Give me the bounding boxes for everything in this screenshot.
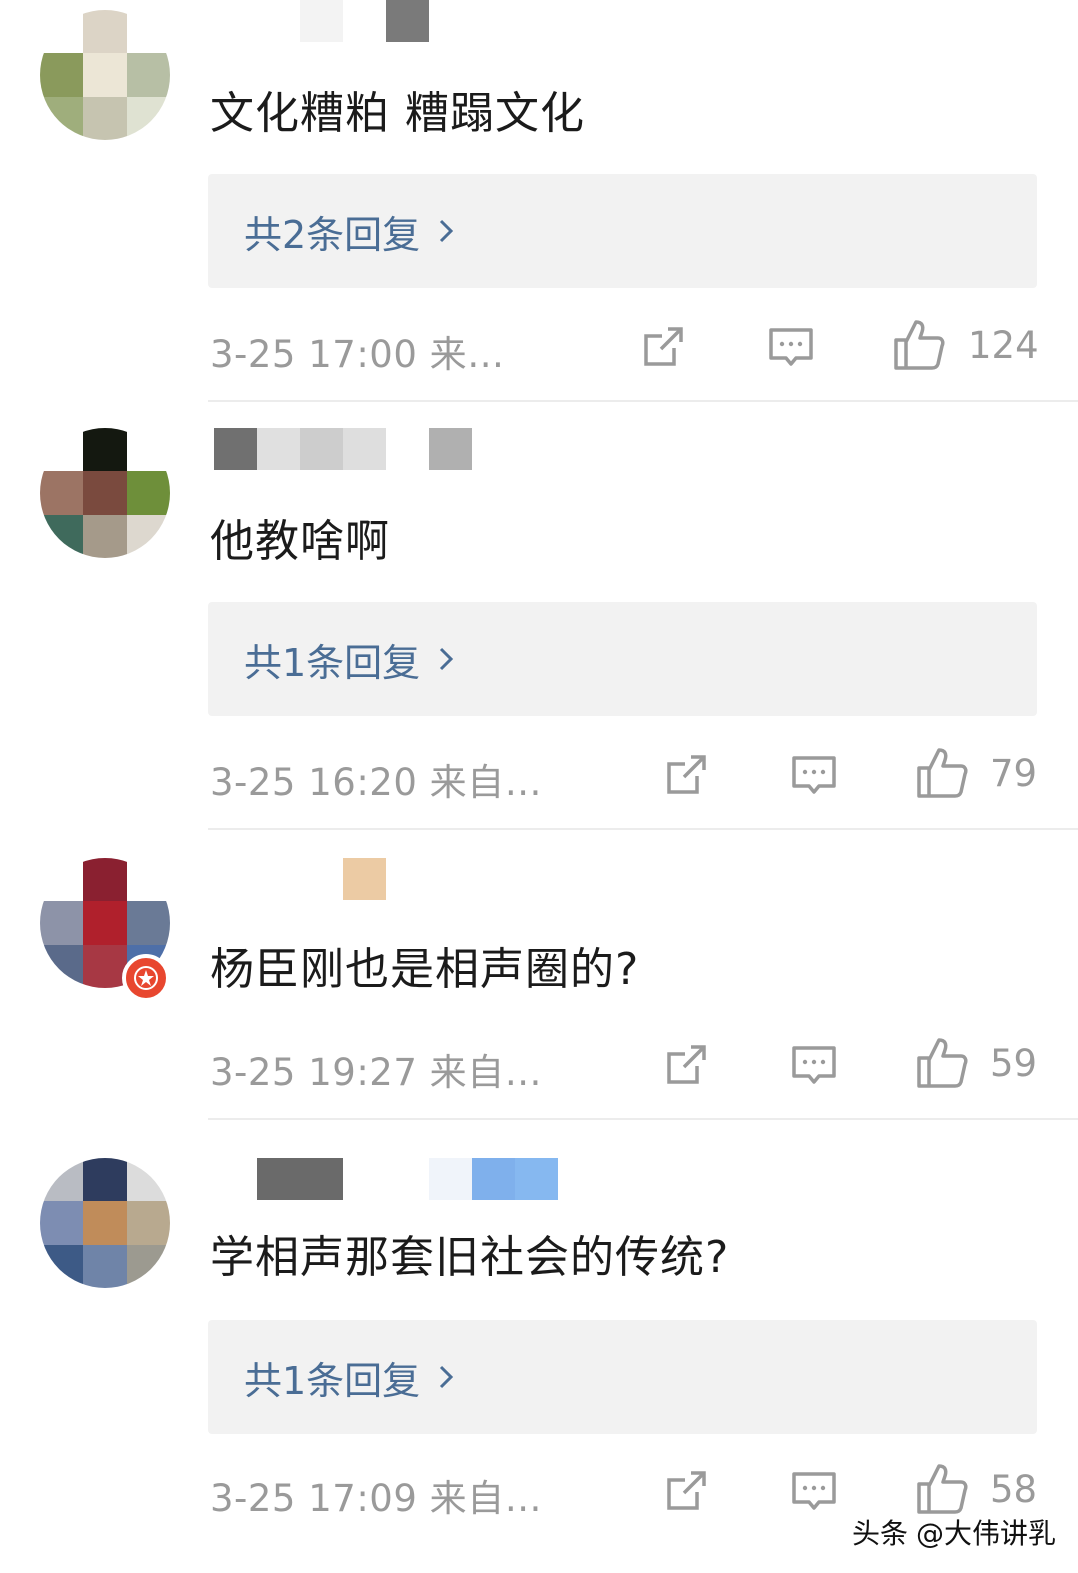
watermark-platform: 头条 (852, 1517, 909, 1550)
comment-icon[interactable] (789, 1040, 839, 1090)
avatar[interactable] (40, 1158, 170, 1288)
reply-box[interactable]: 共2条回复 (208, 174, 1037, 288)
comment-icon[interactable] (766, 322, 816, 372)
reply-count-label: 共1条回复 (244, 1358, 421, 1403)
like-count: 58 (990, 1468, 1038, 1511)
like-icon[interactable] (915, 746, 969, 800)
divider (208, 828, 1078, 830)
like-count: 124 (968, 324, 1039, 367)
username-mosaic[interactable] (214, 428, 472, 470)
chevron-right-icon (440, 647, 454, 671)
view-replies-link[interactable]: 共2条回复 (244, 204, 454, 259)
verified-badge-icon (122, 954, 170, 1002)
like-count: 59 (990, 1042, 1038, 1085)
like-icon[interactable] (915, 1036, 969, 1090)
like-icon[interactable] (892, 318, 946, 372)
avatar[interactable] (40, 10, 170, 140)
reply-count-label: 共2条回复 (244, 212, 421, 257)
avatar[interactable] (40, 428, 170, 558)
comment-icon[interactable] (789, 1466, 839, 1516)
view-replies-link[interactable]: 共1条回复 (244, 1350, 454, 1405)
chevron-right-icon (440, 219, 454, 243)
watermark: 头条 @大伟讲乳 (852, 1512, 1064, 1552)
comment-text: 文化糟粕 糟蹋文化 (210, 88, 585, 139)
like-icon[interactable] (915, 1462, 969, 1516)
comment-meta-row: 3-25 16:20 来自… 79 (0, 746, 1078, 806)
share-icon[interactable] (661, 750, 711, 800)
comment-timestamp: 3-25 19:27 来自… (210, 1051, 543, 1094)
username-mosaic[interactable] (214, 0, 429, 42)
comment-meta-row: 3-25 17:00 来… 124 (0, 318, 1078, 378)
comment-icon[interactable] (789, 750, 839, 800)
divider (208, 1118, 1078, 1120)
username-mosaic[interactable] (214, 858, 386, 900)
chevron-right-icon (440, 1365, 454, 1389)
share-icon[interactable] (638, 322, 688, 372)
comment-text: 杨臣刚也是相声圈的? (210, 944, 640, 995)
comment-timestamp: 3-25 17:09 来自… (210, 1477, 543, 1520)
comment-meta-row: 3-25 19:27 来自… 59 (0, 1036, 1078, 1096)
comment-text: 学相声那套旧社会的传统? (210, 1232, 730, 1283)
reply-box[interactable]: 共1条回复 (208, 1320, 1037, 1434)
comment-text: 他教啥啊 (210, 516, 390, 567)
share-icon[interactable] (661, 1040, 711, 1090)
share-icon[interactable] (661, 1466, 711, 1516)
view-replies-link[interactable]: 共1条回复 (244, 632, 454, 687)
watermark-account: @大伟讲乳 (916, 1517, 1057, 1550)
reply-count-label: 共1条回复 (244, 640, 421, 685)
comment-timestamp: 3-25 17:00 来… (210, 333, 505, 376)
comment-timestamp: 3-25 16:20 来自… (210, 761, 543, 804)
divider (208, 400, 1078, 402)
username-mosaic[interactable] (214, 1158, 558, 1200)
like-count: 79 (990, 752, 1038, 795)
reply-box[interactable]: 共1条回复 (208, 602, 1037, 716)
